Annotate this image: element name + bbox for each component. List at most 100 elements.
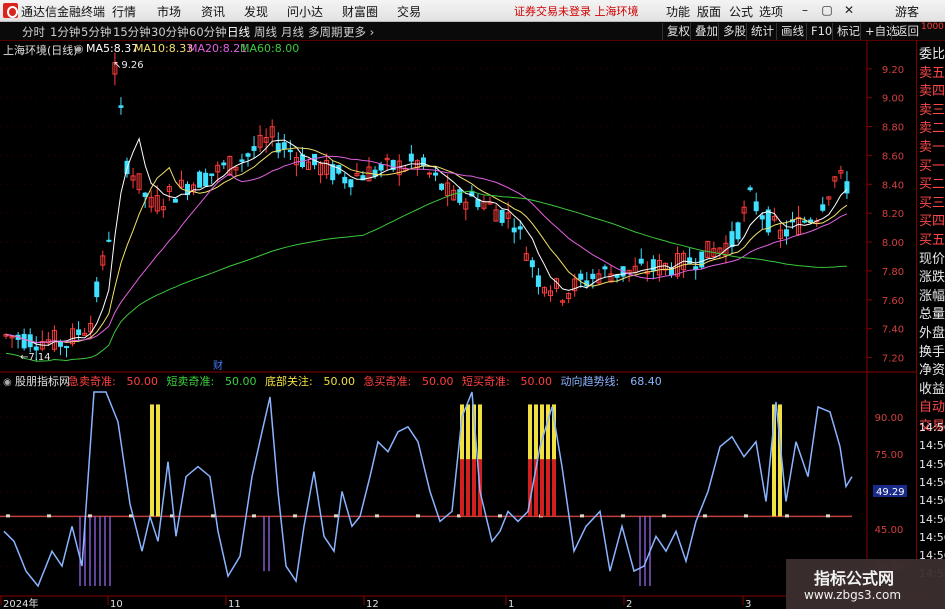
time-axis-label: 2024年 bbox=[3, 597, 38, 609]
baseline-dot bbox=[785, 514, 789, 518]
finance-event-marker[interactable]: 财 bbox=[213, 359, 223, 372]
candle-body bbox=[287, 149, 293, 153]
side-label[interactable]: 买四 bbox=[919, 214, 945, 229]
signal-bar bbox=[466, 459, 470, 517]
price-tick-label: 7.20 bbox=[882, 354, 904, 365]
indicator-tick-label: 75.00 bbox=[875, 450, 904, 461]
candle-body bbox=[517, 226, 523, 230]
side-trade-time: 14:56 bbox=[919, 457, 945, 471]
side-label[interactable]: 委比 bbox=[919, 47, 945, 62]
candle-body bbox=[197, 171, 203, 188]
high-price-value: 9.26 bbox=[121, 60, 143, 71]
time-axis-label: 3 bbox=[745, 599, 751, 609]
side-trade-time: 14:56 bbox=[919, 439, 945, 453]
current-indicator-value: 49.29 bbox=[876, 487, 905, 498]
indicator-grid: 90.0075.0060.0045.0030.00 bbox=[0, 413, 903, 573]
indicator-item-value: 50.00 bbox=[521, 375, 553, 388]
candle-body bbox=[427, 172, 432, 175]
time-axis: 2024年 10 11 12 1 2 3 bbox=[0, 596, 751, 609]
side-label[interactable]: 卖一 bbox=[919, 140, 945, 155]
candle-body bbox=[342, 176, 348, 184]
side-label[interactable]: 涨跌 bbox=[919, 270, 945, 285]
signal-bar bbox=[472, 459, 476, 517]
side-label[interactable]: 卖二 bbox=[919, 121, 945, 136]
signal-bar bbox=[546, 459, 550, 517]
side-label[interactable]: 涨幅 bbox=[919, 289, 945, 304]
side-label[interactable]: 卖五 bbox=[919, 66, 945, 81]
side-trade-time: 14:56 bbox=[919, 530, 945, 544]
indicator-name[interactable]: 股朋指标网 bbox=[15, 374, 70, 388]
candle-body bbox=[535, 275, 541, 287]
side-label[interactable]: 换手 bbox=[919, 345, 945, 360]
side-label[interactable]: 卖三 bbox=[919, 103, 945, 118]
candle-body bbox=[687, 257, 693, 264]
time-axis-label: 1 bbox=[508, 599, 514, 609]
price-tick-label: 8.00 bbox=[882, 238, 904, 249]
side-label[interactable]: 自动 bbox=[919, 400, 945, 415]
price-tick-label: 7.80 bbox=[882, 267, 904, 278]
high-arrow: ↖ bbox=[113, 60, 121, 71]
indicator-item-value: 50.00 bbox=[127, 375, 159, 388]
candle-body bbox=[590, 273, 596, 280]
baseline-dot bbox=[6, 514, 10, 518]
side-label[interactable]: 净资 bbox=[919, 363, 945, 378]
baseline-dot bbox=[621, 514, 625, 518]
indicator-tick-label: 90.00 bbox=[875, 413, 904, 424]
baseline-dot bbox=[293, 514, 297, 518]
candle-body bbox=[408, 153, 414, 162]
candle-body bbox=[221, 162, 227, 166]
baseline-dot bbox=[662, 514, 666, 518]
indicator-toggle-icon[interactable]: ◉ bbox=[3, 377, 12, 388]
side-label[interactable]: 买二 bbox=[919, 177, 945, 192]
baseline-dot bbox=[47, 514, 51, 518]
side-label[interactable]: 外盘 bbox=[919, 326, 945, 341]
side-label[interactable]: 买一 bbox=[919, 159, 945, 174]
candle-body bbox=[372, 169, 378, 177]
candle-body bbox=[142, 192, 148, 197]
low-arrow: ← bbox=[20, 352, 28, 363]
signal-bar bbox=[156, 404, 160, 517]
ma60-line bbox=[5, 190, 847, 362]
candle-body bbox=[94, 281, 100, 298]
candle-body bbox=[729, 231, 735, 248]
side-trade-time: 14:56 bbox=[919, 512, 945, 526]
candle-body bbox=[783, 229, 789, 237]
indicator-tick-label: 45.00 bbox=[875, 525, 904, 536]
site-watermark: 指标公式网 www.zbgs3.com bbox=[786, 559, 945, 609]
side-top-stub: 1000 bbox=[921, 22, 944, 32]
candle-body bbox=[759, 215, 765, 220]
candle-body bbox=[76, 329, 82, 336]
side-label[interactable]: 买五 bbox=[919, 233, 945, 248]
candle-body bbox=[33, 346, 39, 351]
side-label[interactable]: 收益 bbox=[919, 382, 945, 397]
candle-body bbox=[348, 179, 354, 188]
side-label[interactable]: 总量 bbox=[919, 307, 945, 322]
indicator-item-value: 50.00 bbox=[324, 375, 356, 388]
trend-line-path bbox=[3, 391, 853, 588]
candle-body bbox=[118, 105, 124, 108]
side-trade-time: 14:56 bbox=[919, 421, 945, 434]
price-tick-label: 8.20 bbox=[882, 209, 904, 220]
signal-bar bbox=[540, 459, 544, 517]
side-label[interactable]: 现价 bbox=[919, 252, 945, 267]
candle-body bbox=[106, 239, 112, 242]
baseline-dot bbox=[416, 514, 420, 518]
indicator-item-value: 50.00 bbox=[225, 375, 257, 388]
indicator-item-label: 短卖奇准: bbox=[167, 374, 215, 388]
price-tick-label: 8.40 bbox=[882, 180, 904, 191]
candle-body bbox=[511, 227, 517, 233]
candle-body bbox=[378, 163, 384, 171]
candle-body bbox=[239, 159, 245, 162]
side-label[interactable]: 卖四 bbox=[919, 84, 945, 99]
price-and-indicator-chart[interactable]: 9.20 9.00 8.80 8.60 8.40 8.20 8.00 7.80 7.60 7.40… bbox=[0, 0, 916, 609]
candle-body bbox=[820, 204, 826, 211]
baseline-dot bbox=[580, 514, 584, 518]
low-price-value: 7.14 bbox=[28, 352, 50, 363]
candle-body bbox=[578, 273, 584, 280]
watermark-title: 指标公式网 bbox=[814, 569, 895, 588]
trading-terminal-window: 通达信金融终端 行情 市场 资讯 发现 问小达 财富圈 交易 证券交易未登录 上… bbox=[0, 0, 945, 609]
candle-body bbox=[281, 142, 287, 150]
signal-bar bbox=[552, 459, 556, 517]
side-label[interactable]: 买三 bbox=[919, 196, 945, 211]
time-axis-label: 11 bbox=[228, 599, 241, 609]
